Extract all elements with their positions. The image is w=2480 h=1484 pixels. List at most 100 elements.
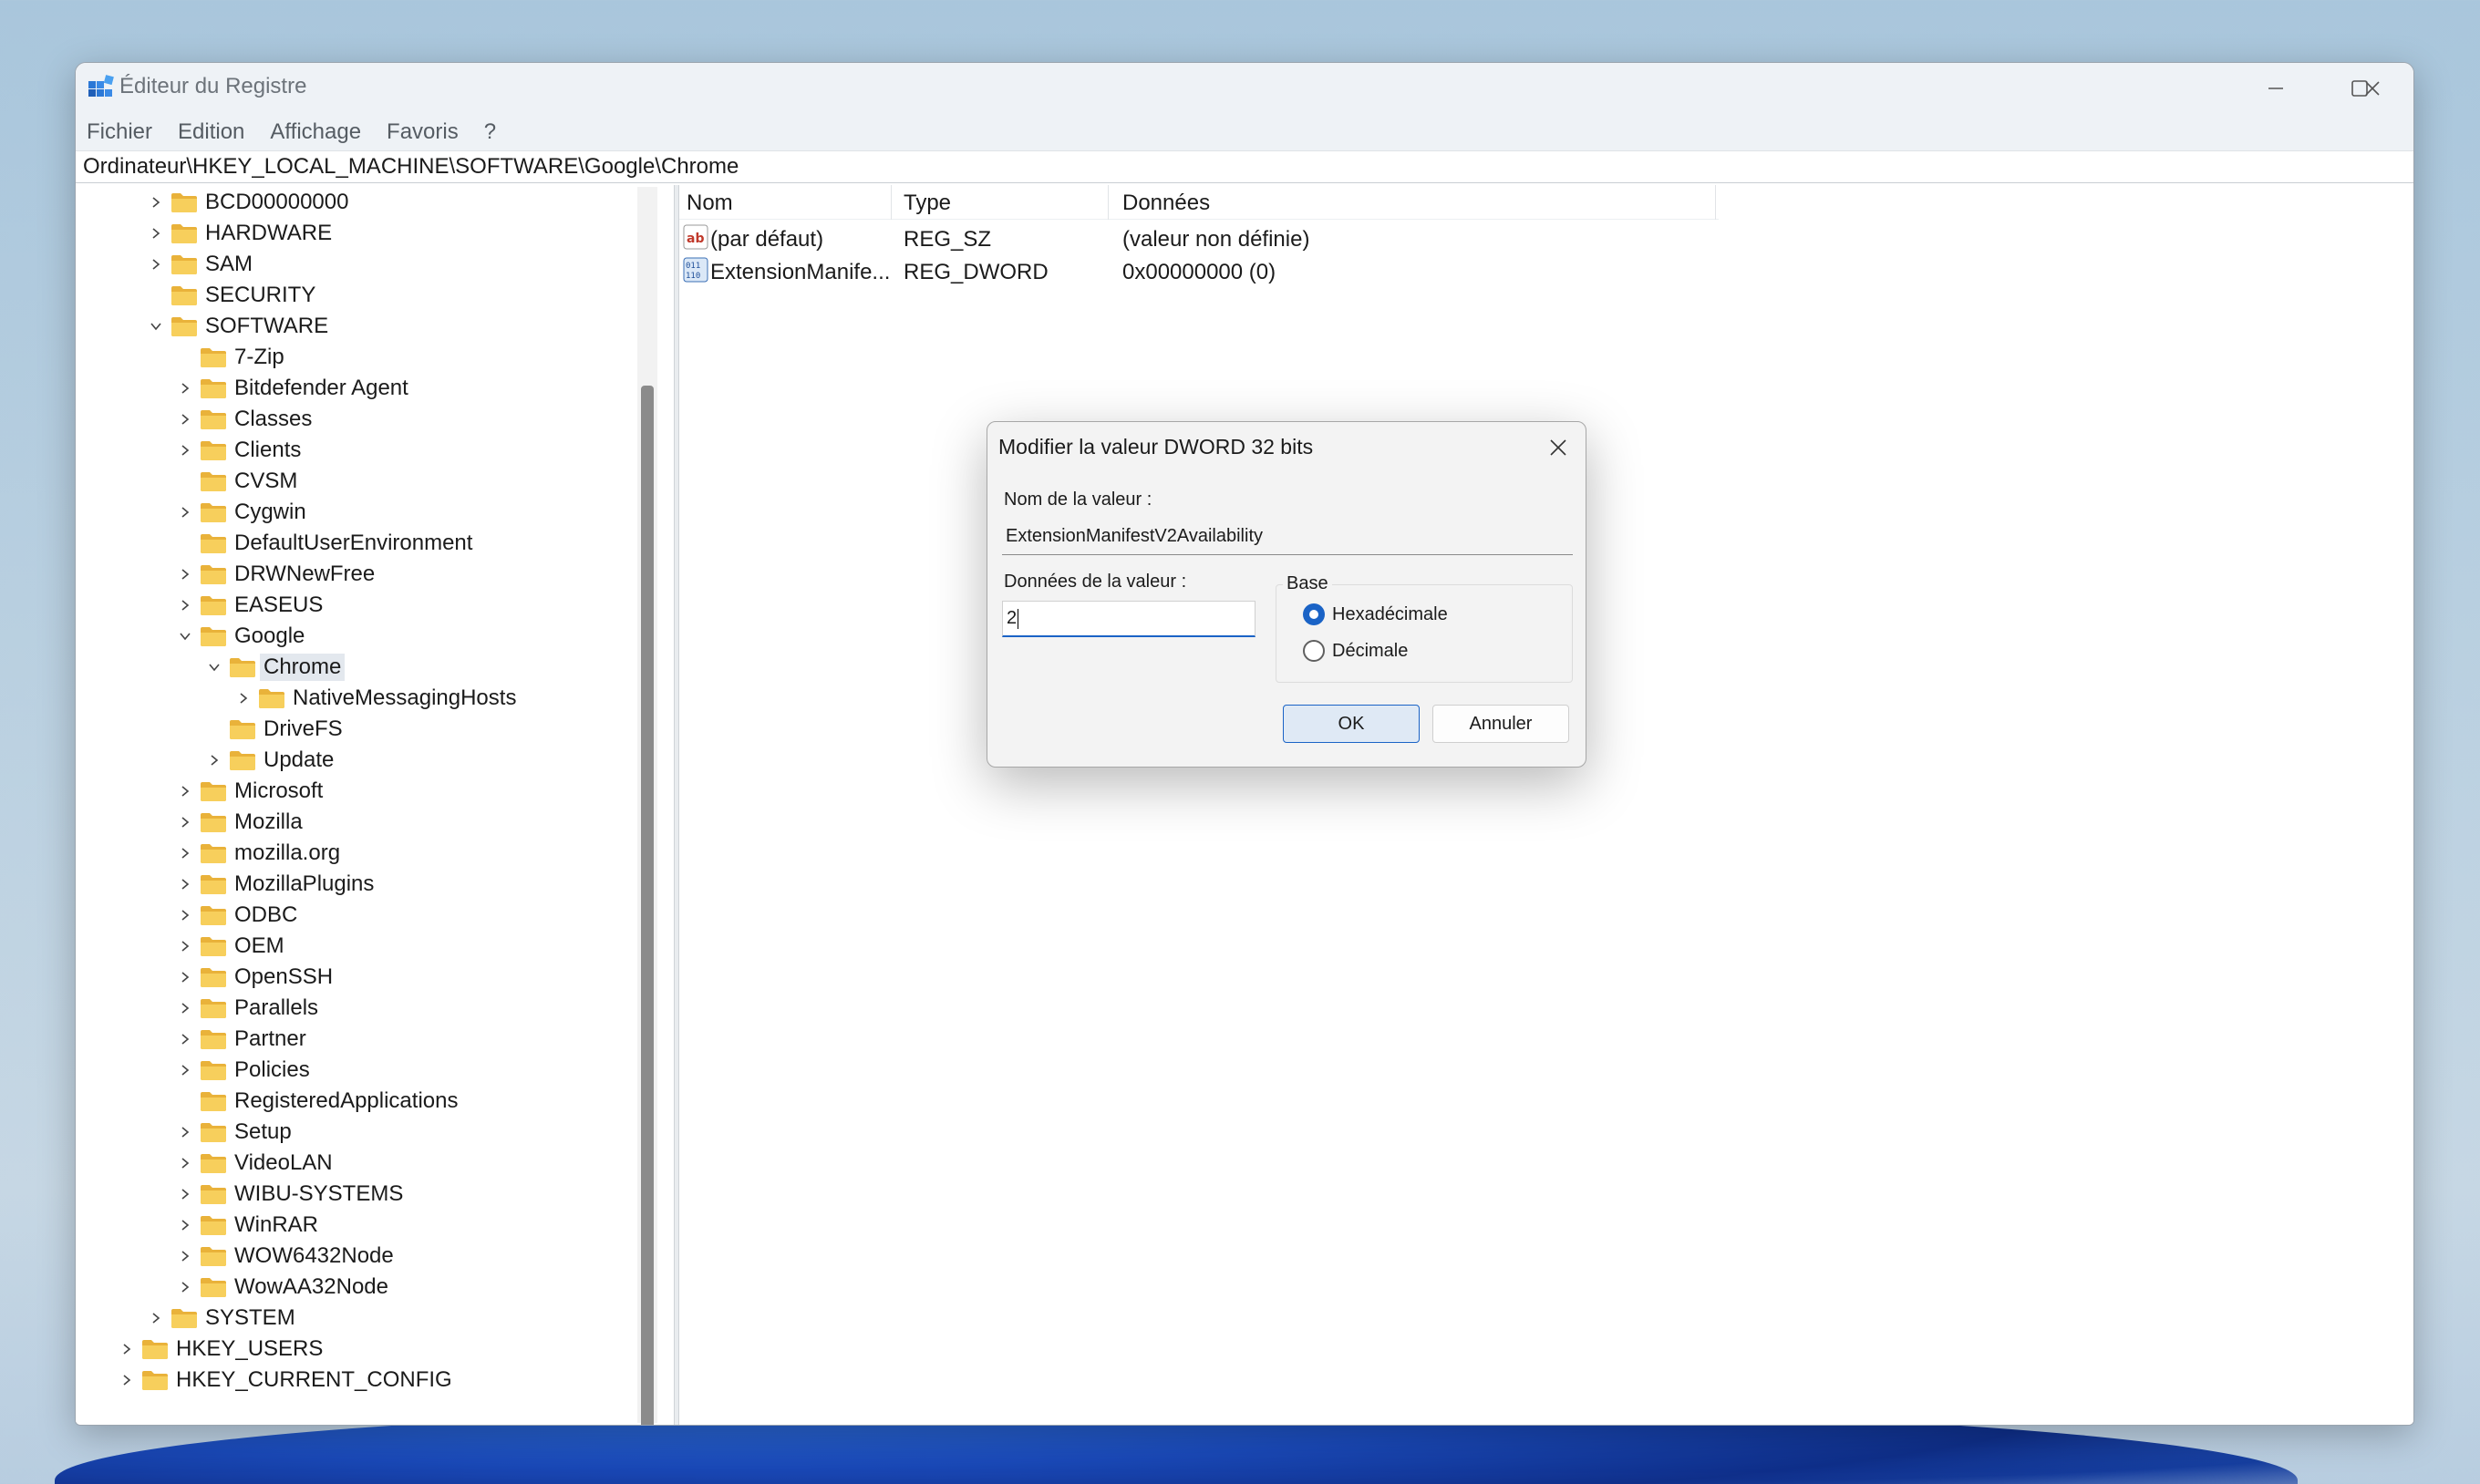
tree-item[interactable]: Parallels <box>170 993 322 1024</box>
chevron-right-icon[interactable] <box>170 838 200 869</box>
tree-item[interactable]: SOFTWARE <box>141 311 332 342</box>
chevron-right-icon[interactable] <box>170 1210 200 1241</box>
tree-item[interactable]: DRWNewFree <box>170 559 378 590</box>
column-divider[interactable] <box>891 185 892 220</box>
value-name-field[interactable]: ExtensionManifestV2Availability <box>1002 519 1573 555</box>
tree-item[interactable]: HARDWARE <box>141 218 336 249</box>
tree-item[interactable]: Google <box>170 621 308 652</box>
tree-item[interactable]: Cygwin <box>170 497 310 528</box>
minimize-button[interactable] <box>2235 63 2317 114</box>
chevron-right-icon[interactable] <box>170 435 200 466</box>
tree-item[interactable]: SAM <box>141 249 256 280</box>
column-header-type[interactable]: Type <box>904 191 951 216</box>
radio-unchecked-icon[interactable] <box>1303 640 1325 662</box>
tree-item[interactable]: Microsoft <box>170 776 326 807</box>
tree-item[interactable]: EASEUS <box>170 590 326 621</box>
radio-hexadecimal[interactable]: Hexadécimale <box>1303 601 1448 628</box>
chevron-right-icon[interactable] <box>112 1334 141 1365</box>
tree-item[interactable]: HKEY_USERS <box>112 1334 326 1365</box>
tree-item[interactable]: NativeMessagingHosts <box>229 683 520 714</box>
chevron-right-icon[interactable] <box>170 869 200 900</box>
tree-item[interactable]: DriveFS <box>200 714 346 745</box>
chevron-right-icon[interactable] <box>170 1024 200 1055</box>
chevron-right-icon[interactable] <box>170 1179 200 1210</box>
chevron-right-icon[interactable] <box>170 993 200 1024</box>
column-header-data[interactable]: Données <box>1122 191 1210 216</box>
chevron-right-icon[interactable] <box>170 1117 200 1148</box>
tree-item[interactable]: WOW6432Node <box>170 1241 398 1272</box>
tree-item[interactable]: HKEY_CURRENT_CONFIG <box>112 1365 456 1396</box>
title-bar[interactable]: Éditeur du Registre <box>76 63 2413 114</box>
chevron-right-icon[interactable] <box>170 1241 200 1272</box>
column-header-name[interactable]: Nom <box>687 191 733 216</box>
list-row[interactable]: ab (par défaut) REG_SZ (valeur non défin… <box>679 222 1719 254</box>
column-divider[interactable] <box>1715 185 1716 220</box>
dialog-close-button[interactable] <box>1542 431 1575 464</box>
tree-item[interactable]: MozillaPlugins <box>170 869 377 900</box>
tree-item[interactable]: Chrome <box>200 652 346 683</box>
tree-item[interactable]: Mozilla <box>170 807 306 838</box>
ok-button[interactable]: OK <box>1283 705 1420 743</box>
tree-item[interactable]: VideoLAN <box>170 1148 336 1179</box>
menu-fichier[interactable]: Fichier <box>87 119 152 145</box>
tree-item[interactable]: Policies <box>170 1055 314 1086</box>
tree-item[interactable]: Bitdefender Agent <box>170 373 412 404</box>
tree-item[interactable]: Classes <box>170 404 315 435</box>
chevron-down-icon[interactable] <box>200 652 229 683</box>
tree-item[interactable]: Clients <box>170 435 305 466</box>
tree-item[interactable]: 7-Zip <box>170 342 288 373</box>
tree-item[interactable]: RegisteredApplications <box>170 1086 461 1117</box>
chevron-right-icon[interactable] <box>170 1272 200 1303</box>
tree-item[interactable]: DefaultUserEnvironment <box>170 528 476 559</box>
chevron-right-icon[interactable] <box>170 900 200 931</box>
tree-item[interactable]: ODBC <box>170 900 301 931</box>
chevron-right-icon[interactable] <box>141 249 170 280</box>
value-data-input[interactable]: 2 <box>1002 601 1256 637</box>
chevron-right-icon[interactable] <box>170 404 200 435</box>
menu-help[interactable]: ? <box>484 119 496 145</box>
menu-edition[interactable]: Edition <box>178 119 244 145</box>
close-button[interactable] <box>2331 63 2413 114</box>
menu-favoris[interactable]: Favoris <box>387 119 459 145</box>
tree-item[interactable]: mozilla.org <box>170 838 344 869</box>
column-divider[interactable] <box>1108 185 1109 220</box>
tree-item[interactable]: WinRAR <box>170 1210 322 1241</box>
tree-item[interactable]: Update <box>200 745 337 776</box>
chevron-right-icon[interactable] <box>170 590 200 621</box>
address-bar[interactable]: Ordinateur\HKEY_LOCAL_MACHINE\SOFTWARE\G… <box>76 150 2413 183</box>
cancel-button[interactable]: Annuler <box>1432 705 1569 743</box>
tree-item[interactable]: SECURITY <box>141 280 319 311</box>
chevron-right-icon[interactable] <box>141 1303 170 1334</box>
chevron-right-icon[interactable] <box>170 1148 200 1179</box>
tree-item[interactable]: WowAA32Node <box>170 1272 392 1303</box>
chevron-down-icon[interactable] <box>141 311 170 342</box>
chevron-right-icon[interactable] <box>200 745 229 776</box>
menu-affichage[interactable]: Affichage <box>270 119 361 145</box>
radio-checked-icon[interactable] <box>1303 603 1325 625</box>
chevron-right-icon[interactable] <box>141 218 170 249</box>
tree-item[interactable]: CVSM <box>170 466 301 497</box>
chevron-right-icon[interactable] <box>170 559 200 590</box>
tree-item[interactable]: BCD00000000 <box>141 187 352 218</box>
tree-item[interactable]: OEM <box>170 931 288 962</box>
list-row[interactable]: 011 110 ExtensionManife... REG_DWORD 0x0… <box>679 254 1719 287</box>
chevron-right-icon[interactable] <box>170 776 200 807</box>
chevron-right-icon[interactable] <box>170 373 200 404</box>
tree-item[interactable]: WIBU-SYSTEMS <box>170 1179 407 1210</box>
tree-scrollbar-thumb[interactable] <box>641 386 654 1425</box>
chevron-right-icon[interactable] <box>229 683 258 714</box>
chevron-right-icon[interactable] <box>141 187 170 218</box>
tree-item[interactable]: OpenSSH <box>170 962 336 993</box>
chevron-down-icon[interactable] <box>170 621 200 652</box>
chevron-right-icon[interactable] <box>170 931 200 962</box>
chevron-right-icon[interactable] <box>170 807 200 838</box>
chevron-right-icon[interactable] <box>112 1365 141 1396</box>
tree-item[interactable]: SYSTEM <box>141 1303 299 1334</box>
tree-item[interactable]: Setup <box>170 1117 295 1148</box>
radio-decimal[interactable]: Décimale <box>1303 637 1408 665</box>
chevron-right-icon[interactable] <box>170 497 200 528</box>
tree-item[interactable]: Partner <box>170 1024 310 1055</box>
chevron-right-icon[interactable] <box>170 1055 200 1086</box>
chevron-right-icon[interactable] <box>170 962 200 993</box>
